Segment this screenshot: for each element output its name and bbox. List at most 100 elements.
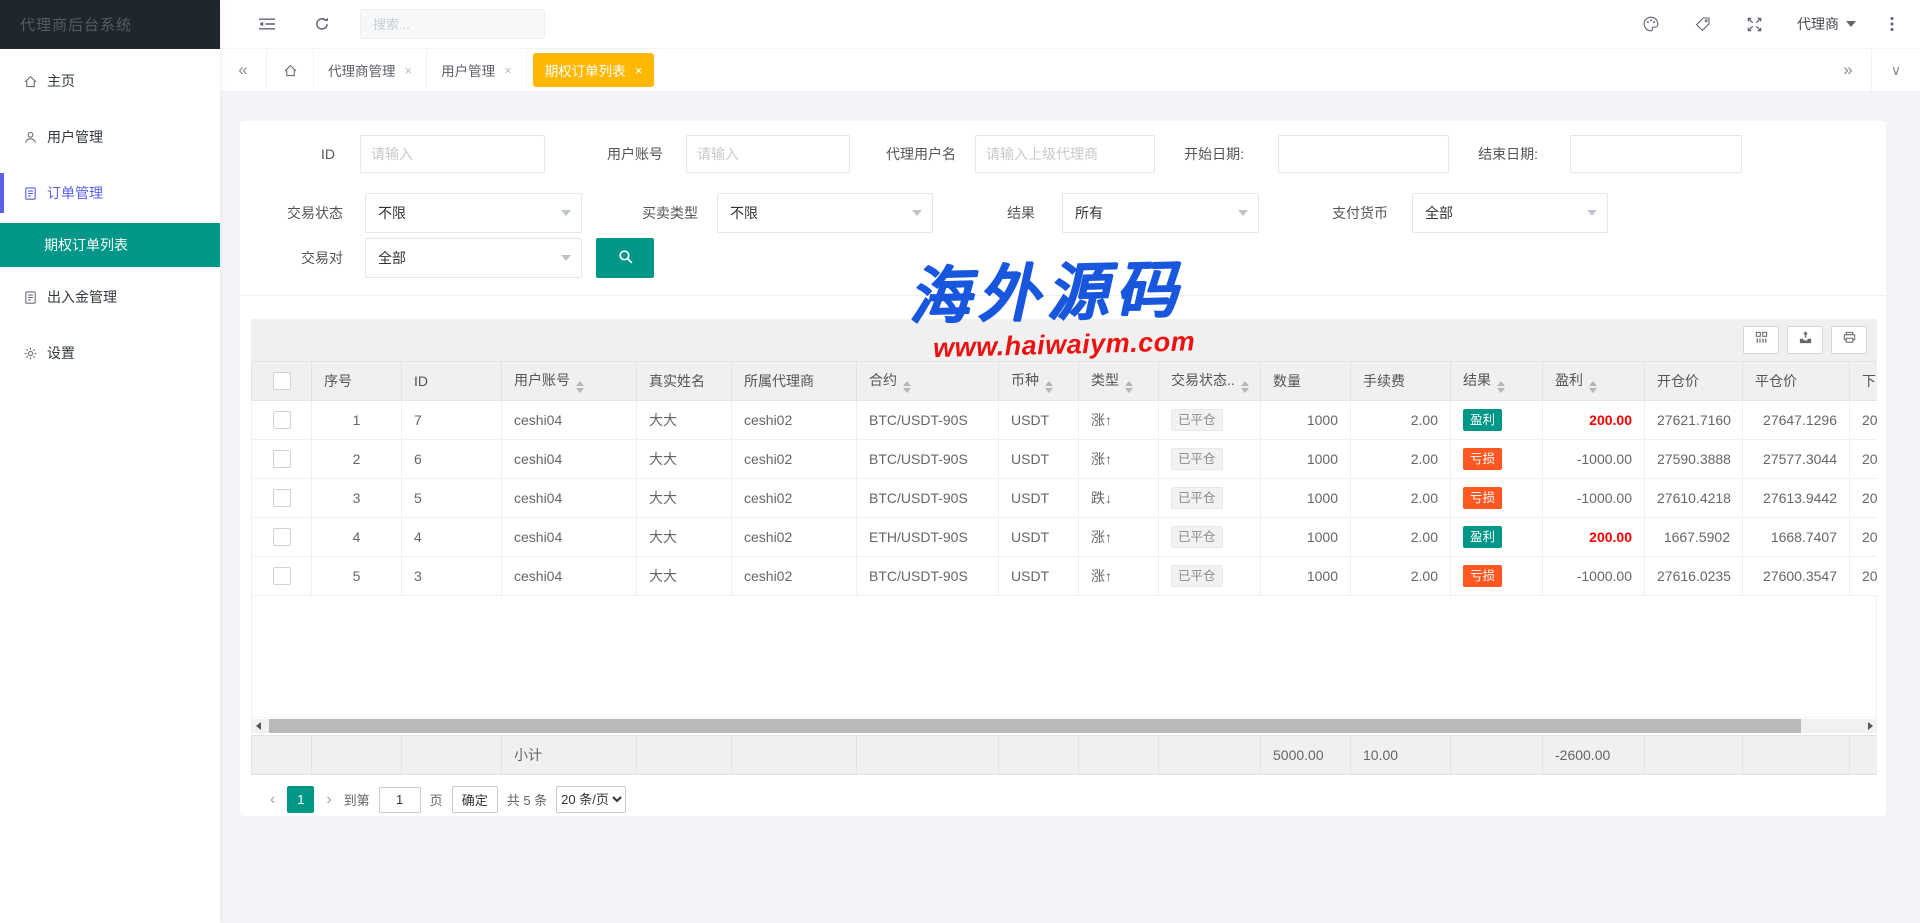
filter-select[interactable]: 所有 — [1062, 193, 1259, 233]
agent-dropdown[interactable]: 代理商 — [1797, 14, 1856, 34]
close-icon[interactable]: × — [635, 63, 643, 78]
sidebar: 代理商后台系统 主页用户管理订单管理期权订单列表出入金管理设置 — [0, 0, 220, 923]
cell-profit: -1000.00 — [1543, 479, 1645, 518]
cell-id: 5 — [402, 479, 502, 518]
tag-icon[interactable] — [1694, 15, 1712, 33]
column-header-agent[interactable]: 所属代理商 — [732, 362, 857, 401]
close-icon[interactable]: × — [504, 63, 512, 78]
search-input[interactable] — [361, 17, 544, 32]
print-button[interactable] — [1831, 326, 1867, 354]
tab-label: 用户管理 — [441, 60, 495, 80]
sidebar-item-settings[interactable]: 设置 — [0, 327, 220, 379]
tabs-scroll-right-icon[interactable]: » — [1825, 60, 1871, 80]
topbar: 代理商 — [220, 0, 1920, 49]
column-header-id[interactable]: ID — [402, 362, 502, 401]
sort-icon[interactable] — [1241, 381, 1249, 393]
column-header-coin[interactable]: 币种 — [999, 362, 1079, 401]
print-icon — [1842, 330, 1857, 350]
goto-page-input[interactable] — [379, 787, 421, 813]
cell-type: 涨↑ — [1079, 518, 1159, 557]
close-icon[interactable]: × — [405, 63, 413, 78]
more-menu-icon[interactable] — [1890, 16, 1894, 32]
column-header-result[interactable]: 结果 — [1451, 362, 1543, 401]
filter-input[interactable] — [1570, 135, 1742, 173]
cell-name: 大大 — [637, 518, 732, 557]
column-header-time[interactable]: 下单 — [1850, 362, 1878, 401]
sidebar-item-label: 用户管理 — [47, 127, 103, 147]
collapse-sidebar-icon[interactable] — [258, 16, 276, 32]
filter-input[interactable] — [1278, 135, 1449, 173]
filter-input[interactable] — [975, 135, 1155, 173]
column-header-name[interactable]: 真实姓名 — [637, 362, 732, 401]
row-checkbox[interactable] — [273, 489, 291, 507]
column-header-seq[interactable]: 序号 — [312, 362, 402, 401]
column-header-profit[interactable]: 盈利 — [1543, 362, 1645, 401]
orders-table: 序号ID用户账号真实姓名所属代理商合约币种类型交易状态..数量手续费结果盈利开仓… — [251, 361, 1877, 596]
filter-select[interactable]: 全部 — [1412, 193, 1608, 233]
column-header-contract[interactable]: 合约 — [857, 362, 999, 401]
sidebar-item-label: 出入金管理 — [47, 287, 117, 307]
filter-input[interactable] — [686, 135, 850, 173]
tab-3[interactable]: 期权订单列表× — [533, 53, 655, 87]
tab-2[interactable]: 用户管理 × — [427, 49, 527, 91]
column-header-status[interactable]: 交易状态.. — [1159, 362, 1261, 401]
tab-1[interactable]: 代理商管理× — [314, 49, 427, 91]
row-checkbox[interactable] — [273, 450, 291, 468]
horizontal-scrollbar[interactable] — [251, 719, 1877, 733]
theme-palette-icon[interactable] — [1642, 15, 1660, 33]
columns-button[interactable] — [1743, 326, 1779, 354]
sort-icon[interactable] — [1589, 381, 1597, 393]
home-tab-icon[interactable] — [266, 49, 314, 91]
prev-page-icon[interactable]: ‹ — [267, 791, 278, 809]
cell-contract: ETH/USDT-90S — [857, 518, 999, 557]
scroll-right-icon[interactable] — [1863, 719, 1877, 733]
sort-icon[interactable] — [1125, 381, 1133, 393]
sidebar-item-home[interactable]: 主页 — [0, 55, 220, 107]
fullscreen-icon[interactable] — [1746, 16, 1763, 33]
tabs-scroll-left-icon[interactable]: « — [220, 60, 266, 80]
sidebar-item-funds[interactable]: 出入金管理 — [0, 271, 220, 323]
current-page-button[interactable]: 1 — [287, 786, 314, 813]
confirm-page-button[interactable]: 确定 — [452, 786, 498, 813]
filter-select[interactable]: 不限 — [717, 193, 933, 233]
column-header-close[interactable]: 平仓价 — [1743, 362, 1850, 401]
row-checkbox[interactable] — [273, 567, 291, 585]
column-header-account[interactable]: 用户账号 — [502, 362, 637, 401]
cell-id: 7 — [402, 401, 502, 440]
column-header-open[interactable]: 开仓价 — [1645, 362, 1743, 401]
tabs-menu-icon[interactable]: ∨ — [1871, 49, 1920, 91]
column-header-fee[interactable]: 手续费 — [1351, 362, 1451, 401]
row-checkbox[interactable] — [273, 528, 291, 546]
cell-coin: USDT — [999, 479, 1079, 518]
subtotal-cell-contract — [857, 736, 999, 775]
subtotal-cell-result — [1451, 736, 1543, 775]
sidebar-item-orders[interactable]: 订单管理 — [0, 167, 220, 219]
chevron-down-icon — [561, 210, 571, 216]
sort-icon[interactable] — [1045, 381, 1053, 393]
search-button[interactable] — [596, 238, 654, 278]
refresh-icon[interactable] — [314, 16, 330, 32]
sort-icon[interactable] — [903, 381, 911, 393]
sidebar-item-users[interactable]: 用户管理 — [0, 111, 220, 163]
status-badge: 已平仓 — [1171, 487, 1223, 509]
filter-select[interactable]: 全部 — [365, 238, 582, 278]
select-all-checkbox[interactable] — [273, 372, 291, 390]
sort-icon[interactable] — [576, 381, 584, 393]
status-badge: 已平仓 — [1171, 526, 1223, 548]
filter-select[interactable]: 不限 — [365, 193, 582, 233]
sidebar-item-option-orders[interactable]: 期权订单列表 — [0, 223, 220, 267]
sort-icon[interactable] — [1497, 381, 1505, 393]
export-button[interactable] — [1787, 326, 1823, 354]
divider — [240, 295, 1886, 296]
column-header-type[interactable]: 类型 — [1079, 362, 1159, 401]
next-page-icon[interactable]: › — [323, 791, 334, 809]
cell-time: 2023 — [1850, 518, 1878, 557]
cell-agent: ceshi02 — [732, 518, 857, 557]
column-header-qty[interactable]: 数量 — [1261, 362, 1351, 401]
scroll-left-icon[interactable] — [251, 719, 265, 733]
wallet-icon — [22, 289, 38, 305]
filter-input[interactable] — [360, 135, 545, 173]
page-size-select[interactable]: 20 条/页 — [556, 786, 626, 813]
row-checkbox[interactable] — [273, 411, 291, 429]
scrollbar-thumb[interactable] — [269, 719, 1801, 733]
